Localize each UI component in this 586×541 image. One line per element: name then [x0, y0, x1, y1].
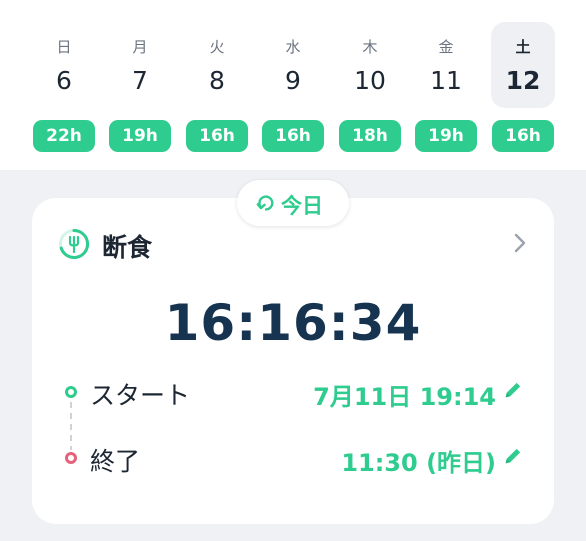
weekday-label: 月: [132, 38, 148, 56]
date-number: 11: [430, 66, 462, 95]
fasting-hours-badge[interactable]: 16h: [186, 120, 248, 152]
fasting-hours-badge[interactable]: 16h: [262, 120, 324, 152]
timeline-connector: [70, 402, 72, 450]
date-number: 6: [56, 66, 72, 95]
fasting-hours-badge[interactable]: 22h: [33, 120, 95, 152]
date-number: 10: [354, 66, 386, 95]
weekday-label: 日: [56, 38, 72, 56]
today-button-label: 今日: [281, 194, 323, 218]
fork-progress-icon: [59, 228, 90, 259]
day-sat-12-selected[interactable]: 土 12: [491, 22, 555, 108]
end-dot: [65, 452, 77, 464]
day-sun-6[interactable]: 日 6: [32, 22, 96, 108]
fasting-card[interactable]: 断食 16:16:34 スタート 7月11日 19:14 終了 11:30 (昨…: [32, 198, 554, 524]
elapsed-timer: 16:16:34: [164, 294, 422, 352]
day-fri-11[interactable]: 金 11: [414, 22, 478, 108]
weekday-label: 水: [285, 38, 301, 56]
date-number: 9: [285, 66, 301, 95]
start-time-value[interactable]: 7月11日 19:14: [313, 377, 496, 412]
end-time-value[interactable]: 11:30 (昨日): [341, 443, 496, 478]
today-button[interactable]: 今日: [237, 180, 349, 226]
day-mon-7[interactable]: 月 7: [108, 22, 172, 108]
pencil-icon[interactable]: [502, 445, 524, 467]
week-strip: 日 6 月 7 火 8 水 9 木 10 金 11 土 12 22h 19h 1…: [0, 0, 586, 170]
return-arrow-icon: [256, 195, 274, 211]
pencil-icon[interactable]: [502, 379, 524, 401]
fasting-hours-badge[interactable]: 16h: [492, 120, 554, 152]
weekday-label: 土: [515, 38, 531, 56]
fasting-hours-badge[interactable]: 19h: [415, 120, 477, 152]
fasting-title: 断食: [102, 233, 153, 262]
date-number: 7: [132, 66, 148, 95]
day-wed-9[interactable]: 水 9: [261, 22, 325, 108]
fasting-hours-badge[interactable]: 18h: [339, 120, 401, 152]
weekday-label: 火: [209, 38, 225, 56]
start-label: スタート: [90, 381, 191, 410]
chevron-right-icon[interactable]: [510, 231, 530, 255]
date-number: 8: [209, 66, 225, 95]
weekday-label: 木: [362, 38, 378, 56]
end-label: 終了: [90, 447, 141, 476]
weekday-label: 金: [438, 38, 454, 56]
start-dot: [65, 386, 77, 398]
day-thu-10[interactable]: 木 10: [338, 22, 402, 108]
fasting-hours-badge[interactable]: 19h: [109, 120, 171, 152]
day-tue-8[interactable]: 火 8: [185, 22, 249, 108]
date-number: 12: [505, 66, 541, 95]
